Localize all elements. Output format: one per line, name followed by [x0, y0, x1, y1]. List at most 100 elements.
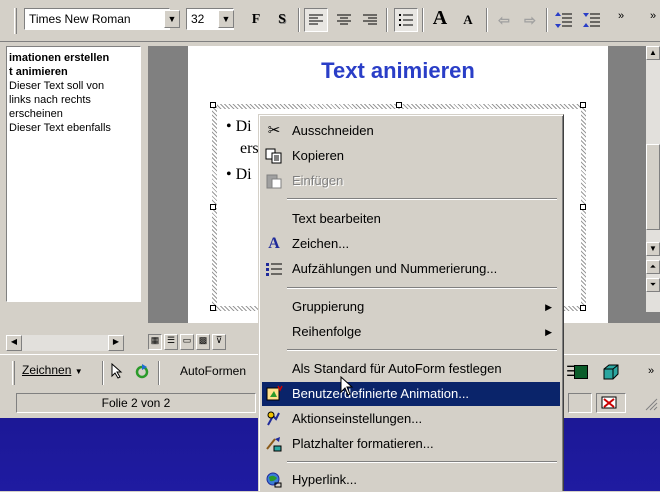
align-center-button[interactable] — [332, 8, 356, 32]
resize-grip-icon — [645, 398, 658, 411]
autoshapes-menu-button[interactable]: AutoFormen — [180, 364, 246, 378]
previous-slide-button[interactable]: ⏶ — [646, 260, 660, 274]
scroll-thumb[interactable] — [646, 144, 660, 230]
align-left-button[interactable] — [304, 8, 328, 32]
toolbar-grip[interactable] — [12, 361, 15, 385]
chevron-down-icon: ▼ — [74, 367, 83, 376]
shadow-icon: S — [278, 12, 286, 27]
decrease-font-size-button[interactable]: A — [456, 8, 480, 32]
resize-handle[interactable] — [210, 102, 216, 108]
mouse-cursor — [340, 375, 354, 399]
slide-view-button[interactable]: ▭ — [180, 334, 194, 350]
menu-item-cut[interactable]: ✂ Ausschneiden — [262, 119, 560, 143]
menu-item-label: Als Standard für AutoForm festlegen — [292, 361, 502, 376]
font-icon: A — [268, 235, 280, 252]
slide-title[interactable]: Text animieren — [188, 58, 608, 84]
bullets-button[interactable] — [394, 8, 418, 32]
resize-handle[interactable] — [396, 102, 402, 108]
menu-item-bullets-numbering[interactable]: Aufzählungen und Nummerierung... — [262, 257, 560, 281]
outline-scroll-left-button[interactable]: ◀ — [6, 335, 22, 351]
outline-view-icon: ☰ — [166, 335, 176, 345]
cursor-arrow-icon — [111, 362, 123, 379]
menu-separator — [287, 198, 557, 200]
menu-item-font[interactable]: A Zeichen... — [262, 232, 560, 256]
triangle-up-icon: ▲ — [649, 48, 657, 57]
shrink-font-icon: A — [463, 12, 473, 27]
resize-handle[interactable] — [580, 305, 586, 311]
toolbar-grip[interactable] — [14, 8, 17, 34]
draw-menu-button[interactable]: Zeichnen ▼ — [22, 363, 83, 377]
menu-item-copy[interactable]: Kopieren — [262, 144, 560, 168]
menu-item-paste[interactable]: Einfügen — [262, 169, 560, 193]
next-slide-button[interactable]: ⏷ — [646, 278, 660, 292]
promote-button[interactable]: ⇦ — [492, 8, 516, 32]
decrease-paragraph-spacing-button[interactable] — [580, 8, 604, 32]
outline-view-button[interactable]: ☰ — [164, 334, 178, 350]
custom-animation-icon — [264, 385, 284, 403]
shadow-button[interactable]: S — [270, 8, 294, 32]
cursor-arrow-icon — [340, 375, 354, 396]
menu-item-custom-animation[interactable]: Benutzerdefinierte Animation... — [262, 382, 560, 406]
menu-item-order[interactable]: Reihenfolge ▶ — [262, 320, 560, 344]
resize-handle[interactable] — [210, 305, 216, 311]
menu-item-action-settings[interactable]: Aktionseinstellungen... — [262, 407, 560, 431]
outline-pane[interactable]: imationen erstellen t animieren Dieser T… — [6, 46, 141, 302]
menu-item-label: Hyperlink... — [292, 472, 358, 487]
align-left-icon — [309, 14, 323, 25]
font-size-dropdown-button[interactable]: ▼ — [218, 10, 234, 28]
increase-font-size-button[interactable]: A — [428, 6, 452, 30]
menu-item-format-placeholder[interactable]: Platzhalter formatieren... — [262, 432, 560, 456]
menu-item-label: Ausschneiden — [292, 123, 374, 138]
chevron-right-icon: » — [618, 10, 625, 22]
slide-sorter-icon: ▩ — [198, 335, 208, 345]
spelling-status-button[interactable] — [596, 393, 626, 413]
toolbar-overflow-chevron[interactable]: » — [648, 365, 654, 377]
vertical-scrollbar[interactable]: ▲ ▼ ⏶ ⏷ — [646, 46, 660, 312]
menu-separator — [287, 287, 557, 289]
demote-button[interactable]: ⇨ — [518, 8, 542, 32]
font-name-combo[interactable]: Times New Roman — [24, 8, 170, 30]
pane-splitter[interactable] — [141, 46, 148, 333]
menu-item-label: Zeichen... — [292, 236, 350, 251]
3d-button[interactable] — [602, 363, 620, 384]
resize-handle[interactable] — [580, 102, 586, 108]
menu-item-set-autoshape-default[interactable]: Als Standard für AutoForm festlegen — [262, 357, 560, 381]
paste-icon — [264, 172, 284, 190]
fill-color-button[interactable] — [574, 365, 588, 379]
triangle-right-icon: ▶ — [112, 337, 120, 346]
outline-scroll-right-button[interactable]: ▶ — [108, 335, 124, 351]
slide-sorter-button[interactable]: ▩ — [196, 334, 210, 350]
resize-handle[interactable] — [210, 204, 216, 210]
free-rotate-button[interactable] — [134, 363, 150, 382]
bullet-list-icon — [399, 14, 413, 26]
slide-show-button[interactable]: ⊽ — [212, 334, 226, 350]
grow-font-icon: A — [432, 6, 448, 29]
paragraph-spacing-icon — [555, 12, 572, 28]
formatting-toolbar: Times New Roman ▼ 32 ▼ F S A A ⇦ ⇨ » » — [0, 0, 660, 42]
scroll-down-button[interactable]: ▼ — [646, 242, 660, 256]
resize-grip[interactable] — [642, 395, 658, 411]
slide-bullet[interactable]: • Di — [226, 118, 252, 136]
menu-item-grouping[interactable]: Gruppierung ▶ — [262, 295, 560, 319]
chevron-double-icon: » — [648, 365, 655, 377]
submenu-arrow-icon: ▶ — [545, 327, 552, 337]
toolbar-separator — [386, 8, 388, 32]
bullet-text: Di — [235, 166, 252, 183]
slide-bullet[interactable]: • Di — [226, 166, 252, 184]
font-name-dropdown-button[interactable]: ▼ — [164, 10, 180, 28]
toolbar-overflow-button[interactable]: » — [612, 8, 636, 32]
arrow-right-icon: ⇨ — [524, 11, 536, 28]
select-objects-button[interactable] — [110, 362, 124, 382]
menu-item-hyperlink[interactable]: Hyperlink... — [262, 468, 560, 492]
menu-item-edit-text[interactable]: Text bearbeiten — [262, 207, 560, 231]
scroll-up-button[interactable]: ▲ — [646, 46, 660, 60]
toolbar-overflow-chevron[interactable]: » — [650, 10, 656, 22]
normal-view-button[interactable]: ▦ — [148, 334, 162, 350]
bold-button[interactable]: F — [244, 8, 268, 32]
increase-paragraph-spacing-button[interactable] — [552, 8, 576, 32]
align-right-button[interactable] — [358, 8, 382, 32]
outline-hscroll-track[interactable] — [22, 335, 108, 351]
scissors-icon: ✂ — [267, 122, 281, 139]
slide-view-icon: ▭ — [182, 335, 192, 345]
resize-handle[interactable] — [580, 204, 586, 210]
